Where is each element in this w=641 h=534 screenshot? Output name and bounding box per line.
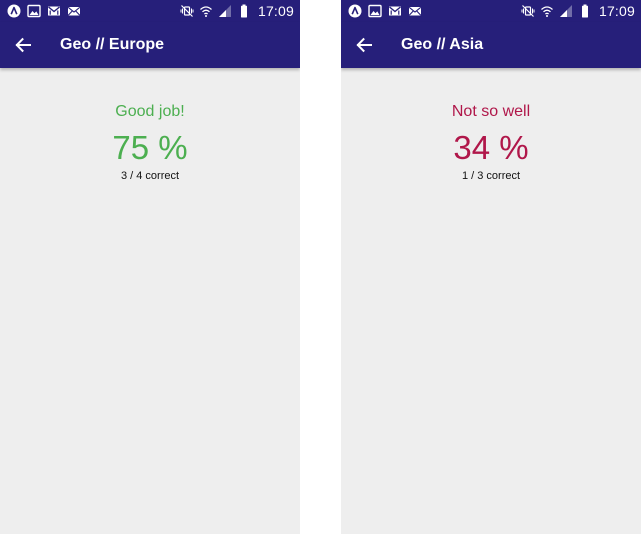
score-percent: 34 % <box>453 129 529 166</box>
status-bar: 17:09 <box>0 0 300 22</box>
cellular-signal-icon <box>218 4 232 18</box>
status-time: 17:09 <box>598 3 635 19</box>
back-arrow-icon[interactable] <box>13 35 33 55</box>
result-verdict: Good job! <box>115 103 185 120</box>
score-percent: 75 % <box>112 129 188 166</box>
page-title: Geo // Asia <box>401 36 484 53</box>
app-bar: Geo // Europe <box>0 22 300 68</box>
battery-icon <box>578 4 592 18</box>
status-time: 17:09 <box>257 3 294 19</box>
wifi-icon <box>199 4 213 18</box>
back-arrow-icon[interactable] <box>354 35 374 55</box>
status-bar: 17:09 <box>341 0 641 22</box>
launcher-icon <box>7 4 21 18</box>
vibrate-mute-icon <box>180 4 194 18</box>
result-verdict: Not so well <box>451 103 531 120</box>
email-icon <box>408 4 422 18</box>
app-bar: Geo // Asia <box>341 22 641 68</box>
cellular-signal-icon <box>559 4 573 18</box>
correct-count: 3 / 4 correct <box>120 170 180 182</box>
result-panel: Good job! 75 % 3 / 4 correct <box>0 102 300 183</box>
vibrate-mute-icon <box>521 4 535 18</box>
launcher-icon <box>348 4 362 18</box>
battery-icon <box>237 4 251 18</box>
result-panel: Not so well 34 % 1 / 3 correct <box>341 102 641 183</box>
correct-count: 1 / 3 correct <box>461 170 521 182</box>
gmail-icon <box>47 4 61 18</box>
phone-screen-europe: 17:09 Geo // Europe Good job! 75 % 3 / 4… <box>0 0 300 534</box>
gmail-icon <box>388 4 402 18</box>
page-title: Geo // Europe <box>60 36 165 53</box>
gallery-icon <box>368 4 382 18</box>
phone-screen-asia: 17:09 Geo // Asia Not so well 34 % 1 / 3… <box>341 0 641 534</box>
gallery-icon <box>27 4 41 18</box>
email-icon <box>67 4 81 18</box>
wifi-icon <box>540 4 554 18</box>
